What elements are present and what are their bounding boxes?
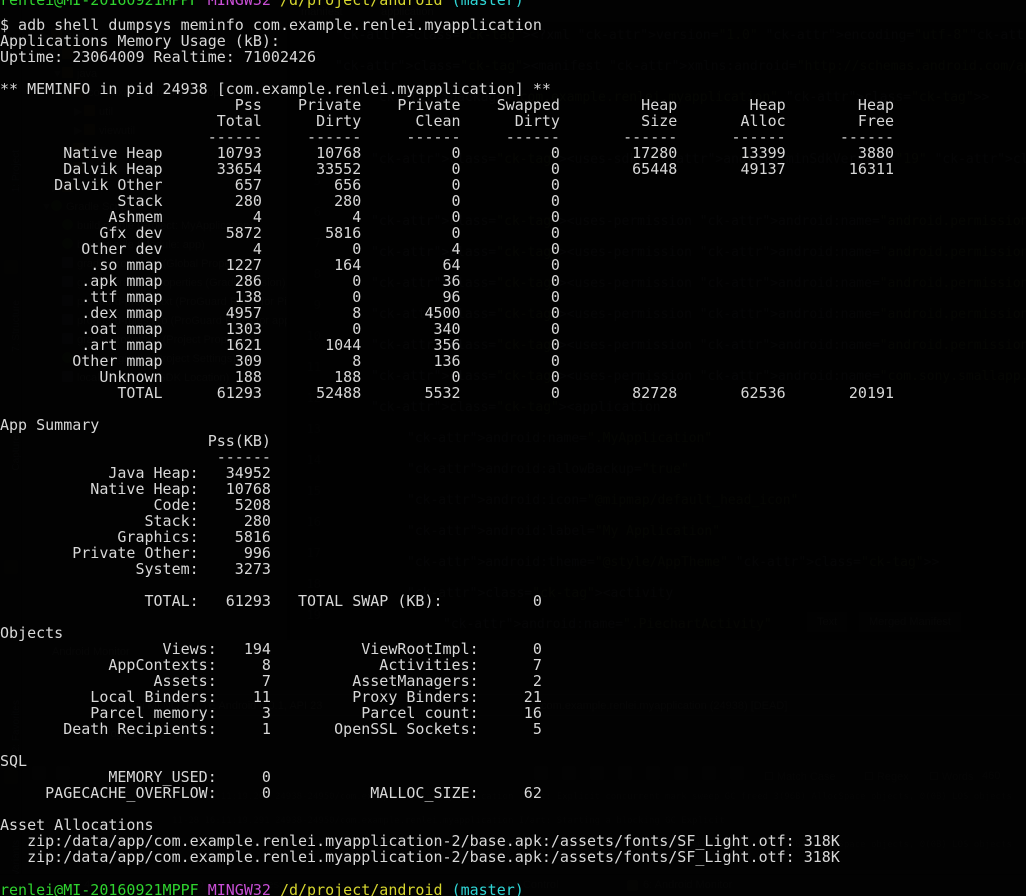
sql-row: MEMORY_USED: 0 [0,768,542,786]
app-summary-row: Graphics: 5816 [0,528,271,546]
app-summary-title: App Summary [0,416,100,434]
meminfo-table-row: Native Heap 10793 10768 0 0 17280 13399 … [0,144,895,162]
app-summary-row: Native Heap: 10768 [0,480,271,498]
app-summary-rule: ------ [0,448,271,466]
terminal-command-line[interactable]: $ adb shell dumpsys meminfo com.example.… [0,17,542,33]
meminfo-table-row: Other dev 4 0 4 0 [0,240,895,258]
meminfo-table-row: .ttf mmap 138 0 96 0 [0,288,895,306]
meminfo-table-row: .oat mmap 1303 0 340 0 [0,320,895,338]
objects-row: Parcel memory: 3 Parcel count: 16 [0,704,542,722]
table-header-row-2: Total Dirty Clean Dirty Size Alloc Free [0,112,895,130]
meminfo-title: ** MEMINFO in pid 24938 [com.example.ren… [0,80,551,98]
meminfo-table-row: .art mmap 1621 1044 356 0 [0,336,895,354]
asset-allocation-entry: zip:/data/app/com.example.renlei.myappli… [0,848,840,866]
asset-allocations-title: Asset Allocations [0,816,154,834]
app-summary-row: Code: 5208 [0,496,271,514]
meminfo-table-row: Other mmap 309 8 136 0 [0,352,895,370]
screen: 1: Project7: StructureCaptures2: Favorit… [0,0,1026,896]
table-header-row-1: Pss Private Private Swapped Heap Heap He… [0,96,895,114]
meminfo-table-row: .dex mmap 4957 8 4500 0 [0,304,895,322]
app-summary-row: Stack: 280 [0,512,271,530]
sql-row: PAGECACHE_OVERFLOW: 0 MALLOC_SIZE: 62 [0,784,542,802]
meminfo-table-row: Unknown 188 188 0 0 [0,368,895,386]
memory-usage-header: Uptime: 23064009 Realtime: 71002426 [0,48,317,66]
meminfo-table-row: Ashmem 4 4 0 0 [0,208,895,226]
meminfo-table-row: Stack 280 280 0 0 [0,192,895,210]
sql-title: SQL [0,752,28,770]
mingw32-terminal[interactable]: renlei@MI-20160921MPPF MINGW32 /d/projec… [0,0,1026,896]
objects-row: Views: 194 ViewRootImpl: 0 [0,640,542,658]
meminfo-table-row: .so mmap 1227 164 64 0 [0,256,895,274]
meminfo-table-row: TOTAL 61293 52488 5532 0 82728 62536 201… [0,384,895,402]
terminal-prompt-line-bottom: renlei@MI-20160921MPPF MINGW32 /d/projec… [0,881,524,896]
terminal-prompt-line: renlei@MI-20160921MPPF MINGW32 /d/projec… [0,0,524,9]
objects-title: Objects [0,624,64,642]
objects-row: Local Binders: 11 Proxy Binders: 21 [0,688,542,706]
meminfo-table-row: Dalvik Heap 33654 33552 0 0 65448 49137 … [0,160,895,178]
meminfo-table-row: .apk mmap 286 0 36 0 [0,272,895,290]
app-summary-row: Java Heap: 34952 [0,464,271,482]
app-summary-row: System: 3273 [0,560,271,578]
table-header-rule: ------ ------ ------ ------ ------ -----… [0,128,895,146]
meminfo-table-row: Gfx dev 5872 5816 0 0 [0,224,895,242]
objects-row: AppContexts: 8 Activities: 7 [0,656,542,674]
asset-allocation-entry: zip:/data/app/com.example.renlei.myappli… [0,832,840,850]
objects-row: Assets: 7 AssetManagers: 2 [0,672,542,690]
memory-usage-header: Applications Memory Usage (kB): [0,32,280,50]
meminfo-table-row: Dalvik Other 657 656 0 0 [0,176,895,194]
objects-row: Death Recipients: 1 OpenSSL Sockets: 5 [0,720,542,738]
app-summary-total-row: TOTAL: 61293 TOTAL SWAP (KB): 0 [0,592,542,610]
app-summary-row: Private Other: 996 [0,544,271,562]
app-summary-col-header: Pss(KB) [0,432,271,450]
